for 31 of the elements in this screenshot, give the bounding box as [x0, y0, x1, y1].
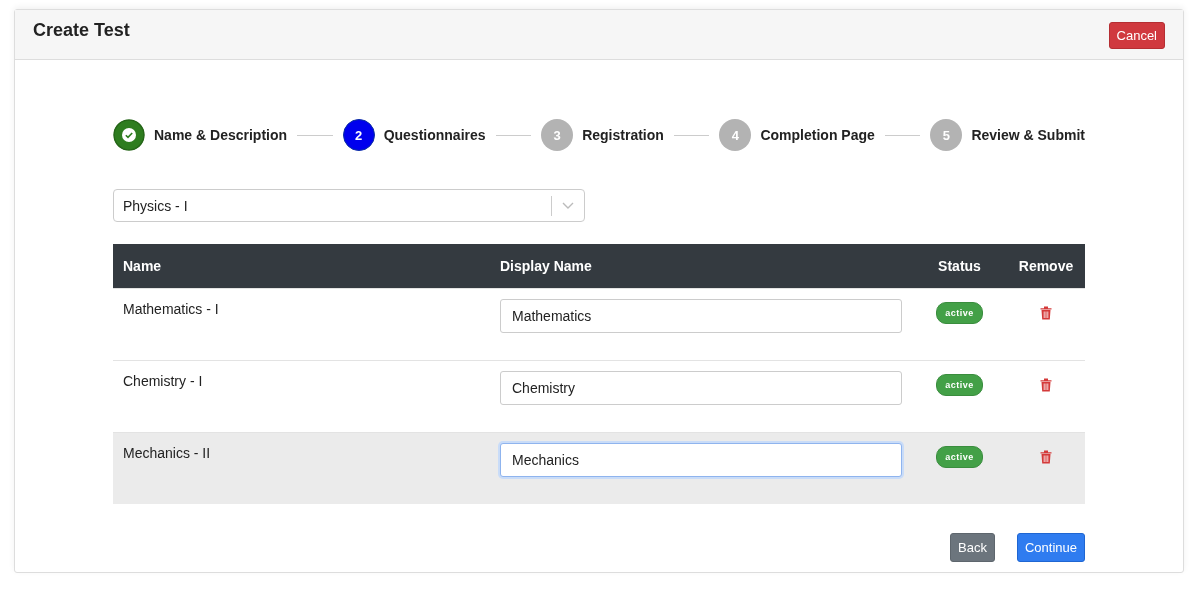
step-label[interactable]: Registration	[582, 127, 664, 143]
step-label[interactable]: Name & Description	[154, 127, 288, 143]
questionnaire-name: Chemistry - I	[123, 373, 203, 389]
cancel-button[interactable]: Cancel	[1108, 22, 1165, 49]
questionnaire-name: Mechanics - II	[123, 445, 211, 461]
display-name-field[interactable]: Chemistry	[500, 371, 902, 405]
back-button[interactable]: Back	[950, 533, 995, 562]
step-label[interactable]: Completion Page	[760, 127, 875, 143]
status-badge: active	[936, 446, 983, 468]
step-number: 4	[719, 119, 752, 151]
step-label[interactable]: Questionnaires	[383, 127, 486, 143]
column-header: Display Name	[490, 244, 912, 289]
continue-button[interactable]: Continue	[1016, 533, 1085, 562]
status-badge: active	[936, 302, 983, 324]
column-header: Name	[113, 244, 490, 289]
questionnaire-select[interactable]: Physics - I	[113, 189, 585, 222]
display-name-field[interactable]: Mechanics	[500, 443, 902, 477]
status-badge: active	[936, 374, 983, 396]
trash-icon[interactable]	[1040, 306, 1052, 320]
step-label[interactable]: Review & Submit	[971, 127, 1085, 143]
column-header: Status	[912, 244, 1007, 289]
trash-icon[interactable]	[1040, 450, 1052, 464]
chevron-down-icon	[562, 201, 574, 210]
questionnaire-name: Mathematics - I	[123, 301, 219, 317]
step-number: 2	[342, 119, 375, 151]
trash-icon[interactable]	[1040, 378, 1052, 392]
step-number: 3	[541, 119, 574, 151]
display-name-field[interactable]: Mathematics	[500, 299, 902, 333]
step-number: 5	[930, 119, 963, 151]
column-header: Remove	[1007, 244, 1085, 289]
page-title: Create Test	[33, 20, 130, 41]
